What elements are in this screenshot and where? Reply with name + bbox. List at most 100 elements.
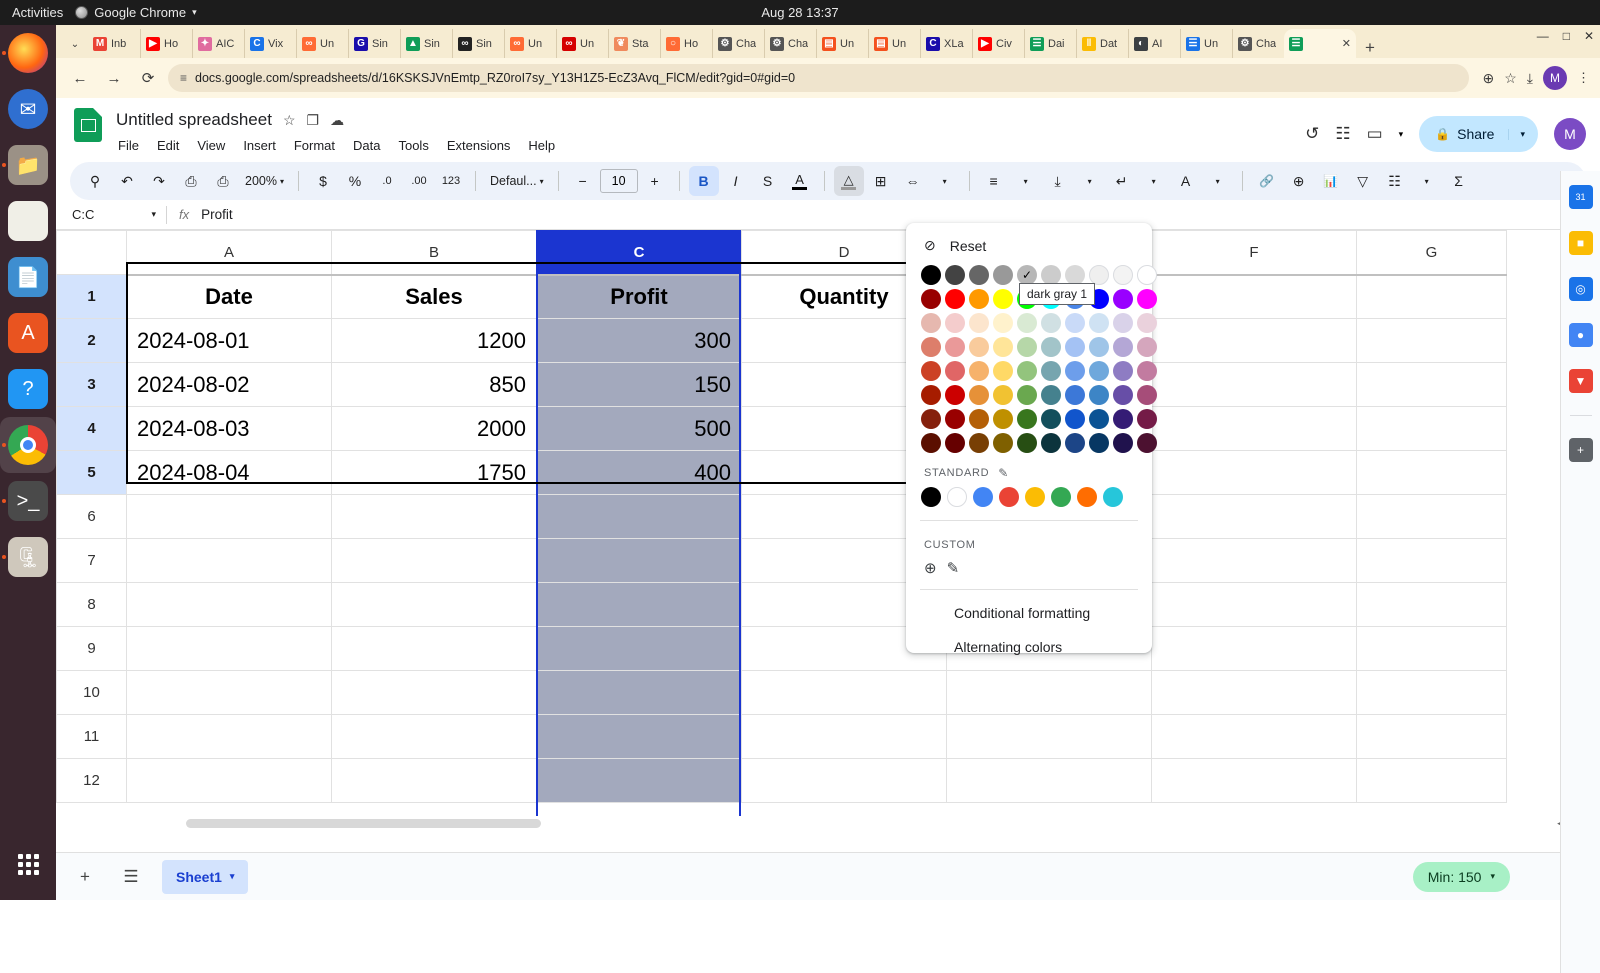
- decrease-font-size-button[interactable]: −: [568, 166, 598, 196]
- tab-10[interactable]: ❦ Sta: [608, 29, 660, 58]
- cell-C6[interactable]: [536, 494, 742, 539]
- color-swatch-2-9[interactable]: [1137, 313, 1157, 333]
- standard-color-4[interactable]: [1025, 487, 1045, 507]
- share-caret-icon[interactable]: ▾: [1508, 128, 1538, 140]
- color-swatch-5-8[interactable]: [1113, 385, 1133, 405]
- eyedropper-icon[interactable]: ✎: [947, 559, 960, 577]
- tab-20[interactable]: ◐ AI: [1128, 29, 1180, 58]
- color-swatch-5-1[interactable]: [945, 385, 965, 405]
- tab-0[interactable]: M Inb: [88, 29, 140, 58]
- cell-F10[interactable]: [1151, 670, 1357, 715]
- picker-menu-item-0[interactable]: Conditional formatting: [906, 596, 1152, 630]
- sheet-tab-sheet1[interactable]: Sheet1 ▾: [162, 859, 249, 894]
- color-swatch-6-9[interactable]: [1137, 409, 1157, 429]
- functions-table-button[interactable]: ☷: [1380, 166, 1410, 196]
- text-wrap-button[interactable]: ↵: [1107, 166, 1137, 196]
- dock-item-files[interactable]: 📁: [0, 137, 56, 193]
- cell-F12[interactable]: [1151, 758, 1357, 803]
- color-swatch-5-3[interactable]: [993, 385, 1013, 405]
- color-swatch-3-2[interactable]: [969, 337, 989, 357]
- cell-C4[interactable]: 500: [536, 406, 742, 451]
- cell-G3[interactable]: [1356, 362, 1507, 407]
- text-color-button[interactable]: A: [785, 166, 815, 196]
- color-swatch-2-5[interactable]: [1041, 313, 1061, 333]
- standard-color-7[interactable]: [1103, 487, 1123, 507]
- color-swatch-7-8[interactable]: [1113, 433, 1133, 453]
- color-swatch-4-1[interactable]: [945, 361, 965, 381]
- vertical-align-button[interactable]: ⤓: [1043, 166, 1073, 196]
- cell-A2[interactable]: 2024-08-01: [126, 318, 332, 363]
- color-swatch-3-1[interactable]: [945, 337, 965, 357]
- color-swatch-7-9[interactable]: [1137, 433, 1157, 453]
- new-tab-button[interactable]: +: [1356, 38, 1384, 58]
- row-header-5[interactable]: 5: [56, 450, 127, 495]
- maps-icon[interactable]: ▼: [1568, 369, 1593, 393]
- color-swatch-7-1[interactable]: [945, 433, 965, 453]
- tab-close-icon[interactable]: ✕: [1342, 37, 1351, 50]
- color-swatch-7-5[interactable]: [1041, 433, 1061, 453]
- color-swatch-6-2[interactable]: [969, 409, 989, 429]
- color-swatch-0-4[interactable]: ✓: [1017, 265, 1037, 285]
- tab-5[interactable]: G Sin: [348, 29, 400, 58]
- column-header-C[interactable]: C: [536, 230, 742, 276]
- functions-caret-icon[interactable]: ▾: [1412, 166, 1442, 196]
- tab-6[interactable]: ▲ Sin: [400, 29, 452, 58]
- tab-12[interactable]: ⚙ Cha: [712, 29, 764, 58]
- cell-C11[interactable]: [536, 714, 742, 759]
- cell-F8[interactable]: [1151, 582, 1357, 627]
- menu-extensions[interactable]: Extensions: [445, 136, 513, 155]
- color-swatch-3-0[interactable]: [921, 337, 941, 357]
- font-size-input[interactable]: 10: [599, 169, 638, 193]
- cell-F3[interactable]: [1151, 362, 1357, 407]
- color-swatch-5-2[interactable]: [969, 385, 989, 405]
- standard-color-6[interactable]: [1077, 487, 1097, 507]
- edit-pencil-icon[interactable]: ✎: [998, 466, 1009, 480]
- cell-F1[interactable]: [1151, 274, 1357, 319]
- color-swatch-1-9[interactable]: [1137, 289, 1157, 309]
- standard-color-5[interactable]: [1051, 487, 1071, 507]
- bold-button[interactable]: B: [688, 166, 719, 196]
- tab-22[interactable]: ⚙ Cha: [1232, 29, 1284, 58]
- color-swatch-0-5[interactable]: [1041, 265, 1061, 285]
- color-swatch-3-4[interactable]: [1017, 337, 1037, 357]
- comments-icon[interactable]: ☷: [1335, 124, 1350, 144]
- tab-15[interactable]: ▤ Un: [868, 29, 920, 58]
- cell-D11[interactable]: [741, 714, 947, 759]
- dock-item-thunderbird[interactable]: ✉: [0, 81, 56, 137]
- tab-16[interactable]: C XLa: [920, 29, 972, 58]
- horizontal-align-button[interactable]: ≡: [979, 166, 1009, 196]
- add-on-icon[interactable]: +: [1568, 438, 1593, 462]
- color-swatch-0-0[interactable]: [921, 265, 941, 285]
- color-swatch-7-3[interactable]: [993, 433, 1013, 453]
- color-swatch-2-8[interactable]: [1113, 313, 1133, 333]
- cell-D12[interactable]: [741, 758, 947, 803]
- downloads-icon[interactable]: ⤓: [1527, 70, 1533, 87]
- add-sheet-button[interactable]: +: [70, 862, 100, 892]
- cell-E11[interactable]: [946, 714, 1152, 759]
- select-all-corner[interactable]: [56, 230, 127, 275]
- selection-summary-chip[interactable]: Min: 150 ▾: [1412, 861, 1510, 892]
- color-swatch-0-6[interactable]: [1065, 265, 1085, 285]
- color-swatch-4-6[interactable]: [1065, 361, 1085, 381]
- tab-9[interactable]: ∞ Un: [556, 29, 608, 58]
- tab-18[interactable]: ☰ Dai: [1024, 29, 1076, 58]
- create-filter-button[interactable]: ▽: [1348, 166, 1378, 196]
- color-swatch-7-0[interactable]: [921, 433, 941, 453]
- color-swatch-5-5[interactable]: [1041, 385, 1061, 405]
- color-swatch-3-9[interactable]: [1137, 337, 1157, 357]
- tab-4[interactable]: ∞ Un: [296, 29, 348, 58]
- cell-G7[interactable]: [1356, 538, 1507, 583]
- color-swatch-5-0[interactable]: [921, 385, 941, 405]
- add-custom-color-icon[interactable]: ⊕: [924, 559, 937, 577]
- cell-F11[interactable]: [1151, 714, 1357, 759]
- halign-caret-icon[interactable]: ▾: [1011, 166, 1041, 196]
- horizontal-scroll-thumb[interactable]: [186, 819, 541, 828]
- color-swatch-2-7[interactable]: [1089, 313, 1109, 333]
- color-swatch-4-7[interactable]: [1089, 361, 1109, 381]
- merge-caret-icon[interactable]: ▾: [930, 166, 960, 196]
- reload-button[interactable]: ⟳: [134, 64, 162, 92]
- color-swatch-0-3[interactable]: [993, 265, 1013, 285]
- cell-A1[interactable]: Date: [126, 274, 332, 319]
- cell-B11[interactable]: [331, 714, 537, 759]
- decrease-decimal-button[interactable]: .0: [372, 166, 402, 196]
